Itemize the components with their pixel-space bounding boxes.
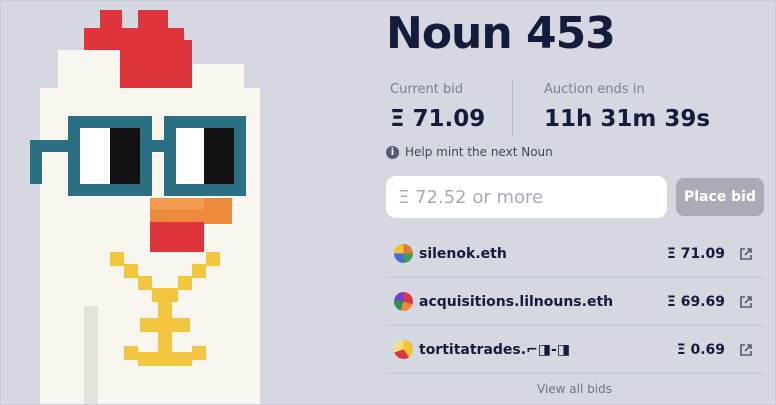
bid-amount: Ξ 71.09 bbox=[666, 245, 725, 262]
bid-row[interactable]: silenok.eth Ξ 71.09 bbox=[386, 230, 763, 278]
bid-amount: Ξ 69.69 bbox=[666, 293, 725, 310]
bid-row[interactable]: tortitatrades.⌐◨-◨ Ξ 0.69 bbox=[386, 326, 763, 374]
place-bid-button[interactable]: Place bid bbox=[676, 178, 764, 216]
bidder-name: tortitatrades.⌐◨-◨ bbox=[419, 341, 571, 358]
external-link-icon[interactable] bbox=[739, 295, 753, 309]
bid-amount: Ξ 0.69 bbox=[676, 341, 725, 358]
noun-image bbox=[0, 0, 380, 405]
bid-history-list: silenok.eth Ξ 71.09 acquisitions.lilnoun… bbox=[386, 230, 763, 374]
external-link-icon[interactable] bbox=[739, 343, 753, 357]
current-bid-value: Ξ 71.09 bbox=[390, 106, 486, 132]
auction-ends-value: 11h 31m 39s bbox=[544, 106, 711, 132]
auction-panel: Noun 453 Current bid Ξ 71.09 Auction end… bbox=[386, 0, 776, 405]
bidder-name: silenok.eth bbox=[419, 245, 507, 262]
bidder-avatar bbox=[394, 244, 413, 263]
current-bid-label: Current bid bbox=[390, 82, 464, 97]
noun-title: Noun 453 bbox=[386, 8, 616, 59]
bidder-avatar bbox=[394, 340, 413, 359]
stat-divider bbox=[512, 80, 513, 136]
bidder-avatar bbox=[394, 292, 413, 311]
bid-amount-input[interactable] bbox=[386, 176, 667, 218]
view-all-bids-link[interactable]: View all bids bbox=[386, 382, 763, 396]
auction-ends-label: Auction ends in bbox=[544, 82, 645, 97]
bidder-name: acquisitions.lilnouns.eth bbox=[419, 293, 614, 310]
help-text-row: i Help mint the next Noun bbox=[386, 145, 553, 159]
help-text: Help mint the next Noun bbox=[405, 145, 553, 159]
info-icon: i bbox=[386, 145, 399, 159]
external-link-icon[interactable] bbox=[739, 247, 753, 261]
bid-row[interactable]: acquisitions.lilnouns.eth Ξ 69.69 bbox=[386, 278, 763, 326]
